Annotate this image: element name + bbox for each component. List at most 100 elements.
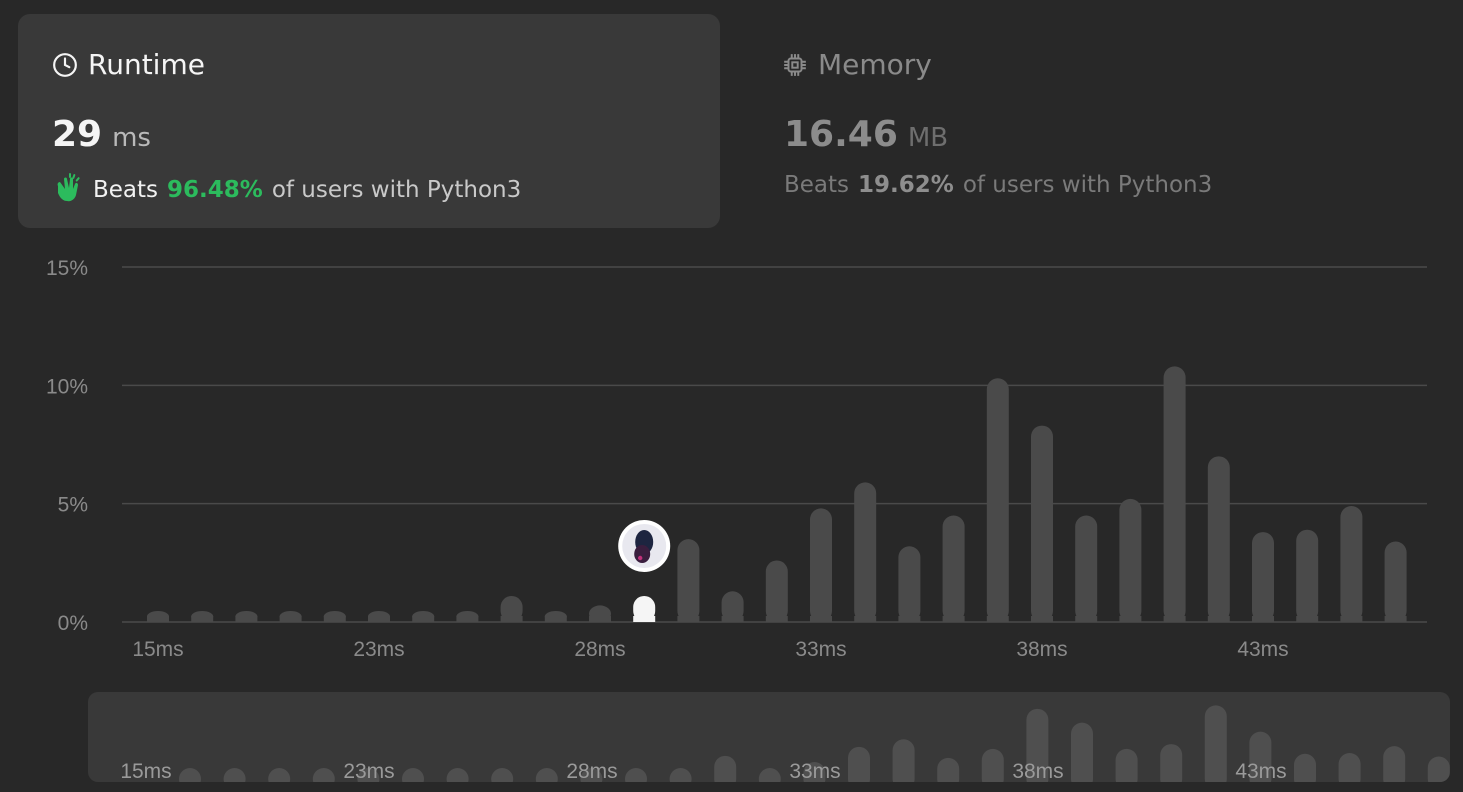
bar-base <box>235 616 258 622</box>
bar-base <box>898 616 921 622</box>
bar-base <box>1075 616 1098 622</box>
mini-bar <box>892 739 915 782</box>
memory-value: 16.46 <box>784 114 898 155</box>
distribution-bar[interactable] <box>986 378 1009 622</box>
mini-bar <box>1338 753 1361 782</box>
distribution-bar[interactable] <box>1340 506 1363 622</box>
memory-beats-percent: 19.62% <box>858 172 954 198</box>
bar-base <box>1207 616 1230 622</box>
bar-base <box>500 616 523 622</box>
distribution-bar[interactable] <box>942 515 965 623</box>
distribution-bar[interactable] <box>1119 498 1142 622</box>
bar-base <box>721 616 744 622</box>
mini-bar <box>491 768 514 782</box>
avatar-figure-lower <box>634 545 651 563</box>
mini-bar <box>758 768 781 782</box>
mini-bar <box>1383 746 1406 782</box>
bar-base <box>1163 616 1186 622</box>
runtime-beats: Beats 96.48% of users with Python3 <box>52 172 521 208</box>
runtime-title: Runtime <box>88 48 205 81</box>
bar-base <box>1384 616 1407 622</box>
mini-x-tick-label: 43ms <box>1235 760 1286 782</box>
avatar-accent <box>638 555 643 561</box>
bar-base <box>854 616 877 622</box>
mini-bar <box>669 768 692 782</box>
mini-bar <box>1427 756 1450 782</box>
bar-base <box>368 616 390 622</box>
distribution-bar[interactable] <box>677 539 700 622</box>
bar-base <box>677 616 700 622</box>
x-tick-label: 43ms <box>1237 638 1288 661</box>
distribution-bar[interactable] <box>1384 541 1407 622</box>
distribution-bar[interactable] <box>810 508 832 622</box>
x-tick-label: 15ms <box>132 638 183 661</box>
mini-bar <box>535 768 558 782</box>
memory-card[interactable]: Memory 16.46 MB Beats 19.62% of users wi… <box>764 14 1454 228</box>
runtime-beats-suffix: of users with Python3 <box>271 177 522 203</box>
mini-bar <box>223 768 246 782</box>
x-tick-label: 28ms <box>574 638 625 661</box>
mini-bar <box>179 768 201 782</box>
mini-x-tick-label: 15ms <box>120 760 171 782</box>
y-tick-label: 10% <box>46 375 88 398</box>
bar-base <box>1031 616 1053 622</box>
memory-beats-label: Beats <box>784 172 850 198</box>
bar-base <box>633 616 656 622</box>
bar-base <box>765 616 788 622</box>
bar-base <box>147 616 169 622</box>
bar-base <box>323 616 346 622</box>
distribution-bar[interactable] <box>1031 425 1053 622</box>
mini-bar <box>625 768 647 782</box>
clap-icon <box>52 172 84 208</box>
runtime-beats-percent: 96.48% <box>167 177 263 203</box>
mini-bar <box>981 748 1004 782</box>
mini-bar <box>848 746 870 782</box>
bar-base <box>810 616 832 622</box>
distribution-bar[interactable] <box>1296 529 1319 622</box>
runtime-card[interactable]: Runtime 29 ms Beats 96.48% of users with… <box>18 14 720 228</box>
bar-base <box>1340 616 1363 622</box>
bar-base <box>191 616 214 622</box>
mini-bar <box>1115 748 1138 782</box>
memory-header: Memory <box>782 48 932 81</box>
chart-range-navigator[interactable]: 15ms 23ms 28ms 33ms 38ms 43ms <box>88 692 1450 782</box>
user-avatar[interactable] <box>618 520 671 572</box>
y-tick-label: 5% <box>58 494 88 517</box>
mini-bar <box>312 768 335 782</box>
distribution-bar[interactable] <box>765 560 788 622</box>
mini-bar <box>268 768 291 782</box>
mini-bar <box>714 755 737 782</box>
memory-unit: MB <box>907 123 949 153</box>
bar-base <box>1296 616 1319 622</box>
y-tick-label: 0% <box>58 612 88 635</box>
bar-base <box>1252 616 1274 622</box>
mini-bar <box>1160 744 1183 782</box>
mini-bar <box>1294 753 1316 782</box>
x-tick-label: 23ms <box>353 638 404 661</box>
distribution-bar[interactable] <box>1075 515 1098 623</box>
bar-base <box>942 616 965 622</box>
memory-beats-suffix: of users with Python3 <box>962 172 1213 198</box>
distribution-bar[interactable] <box>1163 366 1186 622</box>
mini-bar <box>1204 705 1227 782</box>
bar-base <box>986 616 1009 622</box>
distribution-bar[interactable] <box>1252 532 1274 622</box>
mini-bar <box>937 757 960 782</box>
memory-title: Memory <box>818 48 932 81</box>
runtime-value: 29 <box>52 114 103 155</box>
x-tick-label: 33ms <box>795 638 846 661</box>
distribution-bar[interactable] <box>898 546 921 622</box>
distribution-bar[interactable] <box>854 482 877 622</box>
bar-base <box>1119 616 1142 622</box>
memory-beats: Beats 19.62% of users with Python3 <box>784 172 1212 198</box>
runtime-beats-label: Beats <box>93 177 159 203</box>
distribution-bar[interactable] <box>1207 456 1230 622</box>
mini-bar <box>402 768 424 782</box>
bar-base <box>279 616 302 622</box>
mini-x-tick-label: 38ms <box>1012 760 1063 782</box>
mini-x-tick-label: 33ms <box>789 760 840 782</box>
mini-bar <box>1071 722 1093 782</box>
runtime-metric: 29 ms <box>52 114 151 155</box>
bar-base <box>544 616 567 622</box>
runtime-unit: ms <box>112 123 151 153</box>
